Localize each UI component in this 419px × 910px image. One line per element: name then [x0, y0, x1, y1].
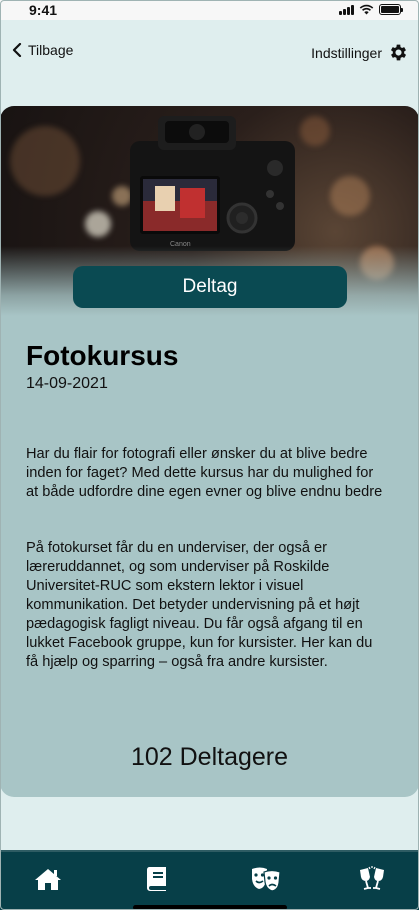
- camera-illustration: Canon: [130, 116, 295, 251]
- signal-icon: [339, 4, 354, 15]
- nav-theater[interactable]: [250, 864, 282, 894]
- battery-icon: [379, 4, 403, 15]
- nav-home[interactable]: [32, 864, 64, 894]
- status-time: 9:41: [29, 2, 58, 18]
- course-card: Canon Deltag Fotokursus 14-09-2021 Har d…: [0, 106, 419, 797]
- nav-book[interactable]: [141, 864, 173, 894]
- course-description-1: Har du flair for fotografi eller ønsker …: [26, 446, 383, 500]
- settings-button[interactable]: Indstillinger: [311, 42, 409, 63]
- nav-cheers[interactable]: [356, 864, 388, 894]
- gear-icon: [390, 44, 407, 61]
- status-icons: [339, 4, 403, 15]
- bottom-nav: [0, 850, 419, 910]
- join-button[interactable]: Deltag: [73, 266, 347, 308]
- settings-label: Indstillinger: [311, 44, 382, 61]
- back-label: Tilbage: [28, 42, 74, 58]
- course-title: Fotokursus: [26, 340, 179, 371]
- status-bar: 9:41: [0, 0, 419, 20]
- home-indicator: [133, 905, 287, 910]
- chevron-left-icon: [12, 43, 22, 57]
- wifi-icon: [359, 4, 374, 15]
- back-button[interactable]: Tilbage: [12, 42, 73, 58]
- course-date: 14-09-2021: [26, 375, 108, 392]
- home-icon: [35, 869, 61, 890]
- cheers-icon: [360, 866, 384, 890]
- theater-masks-icon: [252, 867, 281, 892]
- participants-count: 102 Deltagere: [130, 743, 289, 771]
- book-icon: [146, 867, 166, 891]
- course-description-2: På fotokurset får du en underviser, der …: [26, 540, 373, 670]
